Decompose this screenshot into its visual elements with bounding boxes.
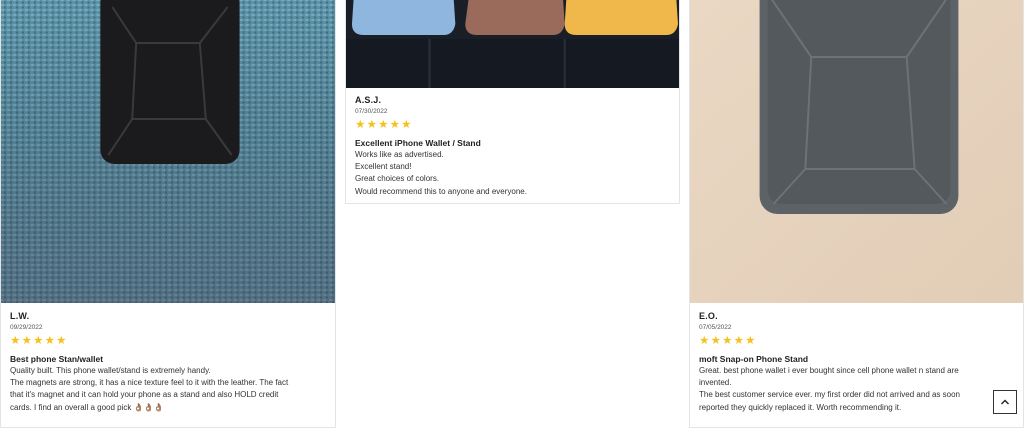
review-date: 07/30/2022	[355, 108, 388, 115]
star-rating: ★ ★ ★ ★ ★	[699, 335, 1015, 347]
back-to-top-button[interactable]	[993, 390, 1017, 414]
star-icon: ★	[378, 119, 389, 131]
review-text-line: The best customer service ever. my first…	[699, 390, 961, 400]
star-icon: ★	[355, 119, 366, 131]
star-icon: ★	[21, 335, 32, 347]
star-icon: ★	[733, 335, 744, 347]
review-body: L.W. 09/29/2022 ★ ★ ★ ★ ★ Best phone Sta…	[10, 310, 327, 414]
review-photo[interactable]	[346, 0, 679, 88]
review-title: moft Snap-on Phone Stand	[699, 354, 809, 364]
review-photo[interactable]	[690, 0, 1023, 303]
review-text-line: invented.	[699, 378, 732, 388]
star-icon: ★	[389, 119, 400, 131]
star-rating: ★ ★ ★ ★ ★	[355, 119, 671, 131]
star-icon: ★	[33, 335, 44, 347]
review-text-line: Great choices of colors.	[355, 174, 440, 184]
review-author: L.W.	[10, 311, 30, 321]
review-author: A.S.J.	[355, 95, 382, 105]
review-title: Excellent iPhone Wallet / Stand	[355, 138, 481, 148]
review-body: E.O. 07/05/2022 ★ ★ ★ ★ ★ moft Snap-on P…	[699, 310, 1015, 414]
review-text-line: cards. I find an overall a good pick 👌🏽👌…	[10, 402, 164, 412]
review-card: A.S.J. 07/30/2022 ★ ★ ★ ★ ★ Excellent iP…	[345, 0, 680, 204]
review-text-line: Quality built. This phone wallet/stand i…	[10, 366, 211, 375]
review-body: A.S.J. 07/30/2022 ★ ★ ★ ★ ★ Excellent iP…	[355, 94, 671, 198]
star-icon: ★	[56, 335, 67, 347]
star-icon: ★	[401, 119, 412, 131]
star-icon: ★	[44, 335, 55, 347]
review-text-line: reported they quickly replaced it. Worth…	[699, 402, 902, 412]
review-text-line: The magnets are strong, it has a nice te…	[10, 378, 289, 388]
review-card: L.W. 09/29/2022 ★ ★ ★ ★ ★ Best phone Sta…	[0, 0, 336, 428]
review-text-line: that it's magnet and it can hold your ph…	[10, 390, 279, 400]
star-icon: ★	[10, 335, 21, 347]
review-title: Best phone Stan/wallet	[10, 354, 104, 364]
star-rating: ★ ★ ★ ★ ★	[10, 335, 327, 347]
chevron-up-icon	[1001, 399, 1009, 405]
review-date: 09/29/2022	[10, 324, 43, 331]
review-text-line: Excellent stand!	[355, 162, 412, 172]
review-text-line: Great. best phone wallet i ever bought s…	[699, 366, 959, 375]
review-photo[interactable]	[1, 0, 335, 303]
star-icon: ★	[366, 119, 377, 131]
star-icon: ★	[699, 335, 710, 347]
review-author: E.O.	[699, 311, 718, 321]
review-text-line: Works like as advertised.	[355, 150, 444, 159]
review-date: 07/05/2022	[699, 324, 732, 331]
star-icon: ★	[745, 335, 756, 347]
star-icon: ★	[722, 335, 733, 347]
star-icon: ★	[710, 335, 721, 347]
review-card: E.O. 07/05/2022 ★ ★ ★ ★ ★ moft Snap-on P…	[689, 0, 1024, 428]
review-text-line: Would recommend this to anyone and every…	[355, 186, 527, 196]
